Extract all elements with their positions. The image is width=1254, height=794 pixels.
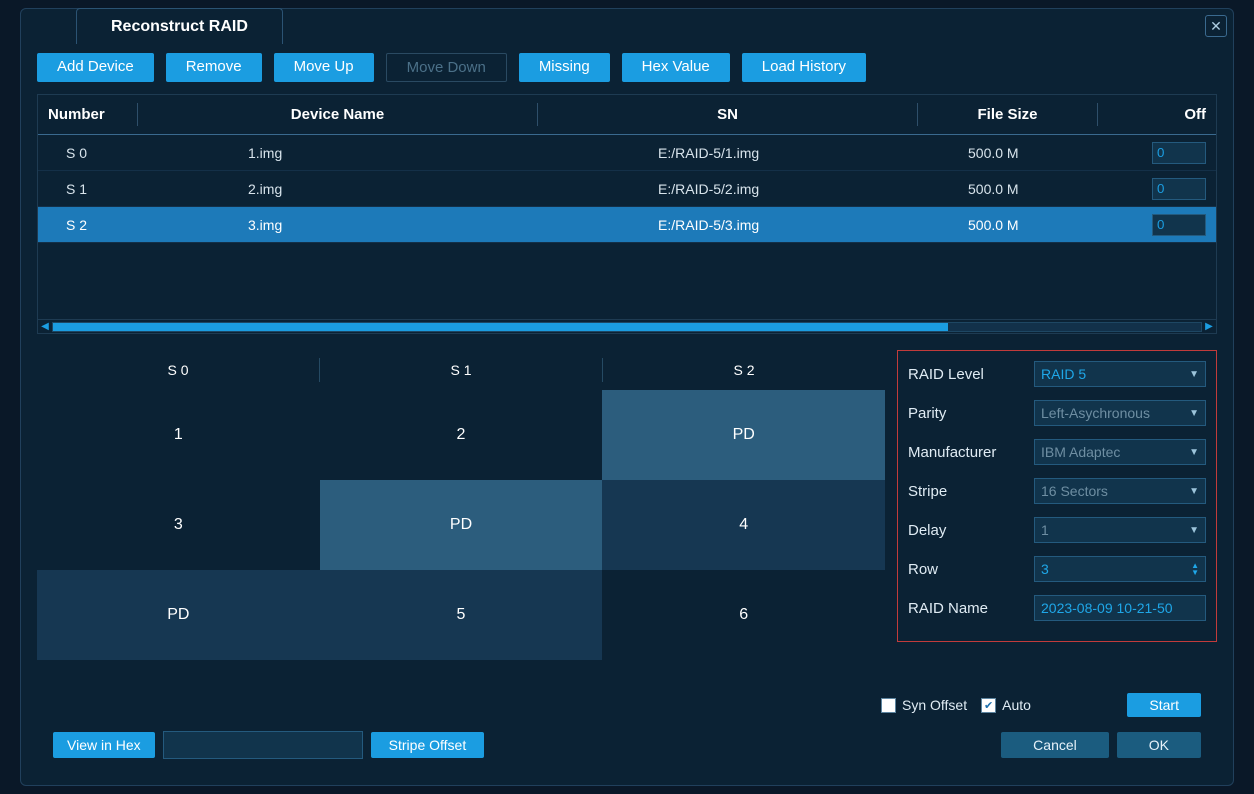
delay-select[interactable]: 1▼ [1034,517,1206,543]
matrix-header: S 0 [37,358,320,382]
cell-size: 500.0 M [918,142,1098,163]
options-row: Syn Offset Auto Start [881,693,1201,717]
raid-name-label: RAID Name [908,600,1028,617]
table-row[interactable]: S 01.imgE:/RAID-5/1.img500.0 M [38,135,1216,171]
matrix-cell: 1 [37,390,320,480]
hex-value-button[interactable]: Hex Value [622,53,730,82]
move-up-button[interactable]: Move Up [274,53,374,82]
stripe-label: Stripe [908,483,1028,500]
stripe-offset-button[interactable]: Stripe Offset [371,732,485,758]
footer-bar: View in Hex Stripe Offset Cancel OK [53,731,1201,759]
cell-size: 500.0 M [918,214,1098,235]
ok-button[interactable]: OK [1117,732,1201,758]
cell-off [1098,214,1216,235]
close-icon[interactable]: ✕ [1205,15,1227,37]
matrix-header: S 2 [603,358,885,382]
off-input[interactable] [1152,214,1206,236]
chevron-down-icon: ▼ [1189,525,1199,536]
table-row[interactable]: S 12.imgE:/RAID-5/2.img500.0 M [38,171,1216,207]
row-label: Row [908,561,1028,578]
header-device: Device Name [138,103,538,126]
matrix-cell: 6 [602,570,885,660]
view-in-hex-button[interactable]: View in Hex [53,732,155,758]
raid-level-select[interactable]: RAID 5▼ [1034,361,1206,387]
auto-checkbox[interactable] [981,698,996,713]
parity-label: Parity [908,405,1028,422]
table-header: Number Device Name SN File Size Off [38,95,1216,135]
matrix-cell: 5 [320,570,603,660]
matrix-cell: PD [37,570,320,660]
device-table: Number Device Name SN File Size Off S 01… [37,94,1217,334]
scroll-right-icon[interactable]: ▶ [1202,321,1216,332]
off-input[interactable] [1152,142,1206,164]
cell-size: 500.0 M [918,178,1098,199]
toolbar: Add Device Remove Move Up Move Down Miss… [37,53,1217,82]
syn-offset-label: Syn Offset [902,697,967,713]
manufacturer-select[interactable]: IBM Adaptec▼ [1034,439,1206,465]
delay-label: Delay [908,522,1028,539]
auto-label: Auto [1002,697,1031,713]
matrix-cell: 3 [37,480,320,570]
chevron-down-icon: ▼ [1189,369,1199,380]
matrix-cell: PD [320,480,603,570]
scroll-left-icon[interactable]: ◀ [38,321,52,332]
cell-device: 3.img [138,214,538,235]
matrix-cell: 2 [320,390,603,480]
raid-name-input[interactable]: 2023-08-09 10-21-50 [1034,595,1206,621]
cell-number: S 0 [38,142,138,163]
cell-sn: E:/RAID-5/1.img [538,142,918,163]
manufacturer-label: Manufacturer [908,444,1028,461]
stripe-select[interactable]: 16 Sectors▼ [1034,478,1206,504]
cell-device: 2.img [138,178,538,199]
load-history-button[interactable]: Load History [742,53,866,82]
remove-button[interactable]: Remove [166,53,262,82]
matrix-cell: 4 [602,480,885,570]
off-input[interactable] [1152,178,1206,200]
raid-params-panel: RAID Level RAID 5▼ Parity Left-Asychrono… [897,350,1217,642]
header-sn: SN [538,103,918,126]
table-row[interactable]: S 23.imgE:/RAID-5/3.img500.0 M [38,207,1216,243]
raid-matrix: S 0S 1S 2 12PD3PD4PD56 [37,350,885,660]
matrix-cell: PD [602,390,885,480]
cell-off [1098,178,1216,199]
add-device-button[interactable]: Add Device [37,53,154,82]
window-title: Reconstruct RAID [76,8,283,44]
parity-select[interactable]: Left-Asychronous▼ [1034,400,1206,426]
cell-sn: E:/RAID-5/2.img [538,178,918,199]
cell-sn: E:/RAID-5/3.img [538,214,918,235]
reconstruct-raid-window: Reconstruct RAID ✕ Add Device Remove Mov… [20,8,1234,786]
spin-down-icon[interactable]: ▼ [1191,569,1199,576]
hex-input[interactable] [163,731,363,759]
raid-level-label: RAID Level [908,366,1028,383]
chevron-down-icon: ▼ [1189,408,1199,419]
start-button[interactable]: Start [1127,693,1201,717]
horizontal-scrollbar[interactable]: ◀ ▶ [38,319,1216,333]
header-off: Off [1098,103,1216,126]
cell-number: S 1 [38,178,138,199]
header-size: File Size [918,103,1098,126]
header-number: Number [38,103,138,126]
chevron-down-icon: ▼ [1189,447,1199,458]
cancel-button[interactable]: Cancel [1001,732,1109,758]
cell-number: S 2 [38,214,138,235]
missing-button[interactable]: Missing [519,53,610,82]
chevron-down-icon: ▼ [1189,486,1199,497]
move-down-button[interactable]: Move Down [386,53,507,82]
row-spinner[interactable]: 3 ▲▼ [1034,556,1206,582]
cell-off [1098,142,1216,163]
syn-offset-checkbox[interactable] [881,698,896,713]
matrix-header: S 1 [320,358,603,382]
cell-device: 1.img [138,142,538,163]
